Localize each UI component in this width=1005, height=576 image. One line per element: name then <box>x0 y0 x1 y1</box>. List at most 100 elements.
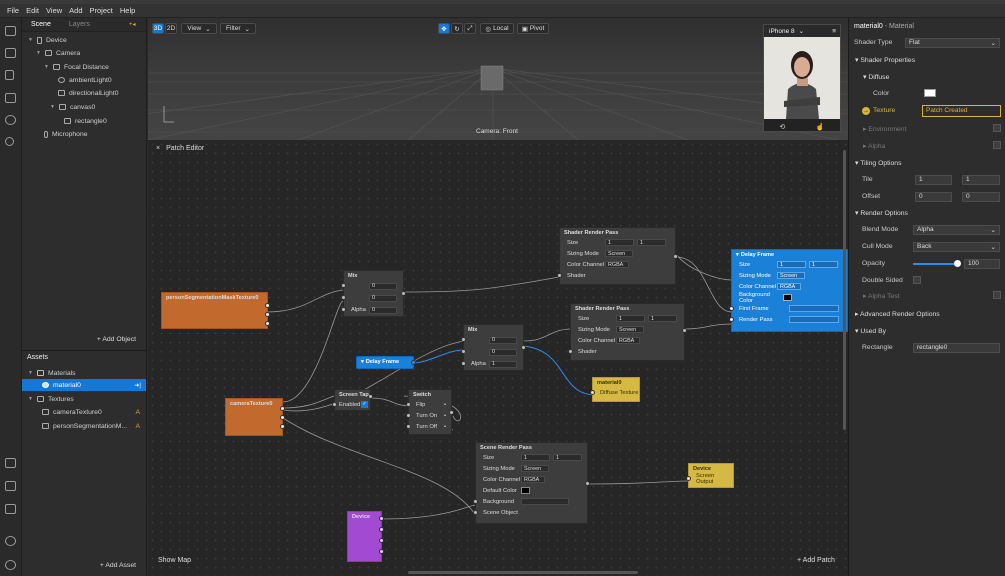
expand-icon[interactable]: ▼ <box>50 104 55 110</box>
output-port[interactable] <box>449 410 454 415</box>
asset-camera-texture[interactable]: cameraTexture0 A <box>42 406 142 418</box>
rotate-tool-icon[interactable]: ↻ <box>451 23 463 34</box>
input-port[interactable] <box>341 307 346 312</box>
asset-textures[interactable]: ▼ Textures <box>28 393 74 405</box>
expand-icon[interactable]: ▼ <box>28 396 33 402</box>
shader-properties-header[interactable]: ▾ Shader Properties <box>855 56 915 64</box>
output-port[interactable] <box>411 360 416 365</box>
output-port[interactable] <box>379 527 384 532</box>
node-mix[interactable]: Mix 0 0 Alpha 0 <box>341 270 406 317</box>
texture-field[interactable]: Patch Created <box>922 104 1001 117</box>
horizontal-scrollbar[interactable] <box>408 571 638 574</box>
mix-a-field[interactable]: 0 <box>489 336 517 344</box>
node-delay-frame[interactable]: ▾ Delay Frame <box>356 356 416 369</box>
environment-checkbox[interactable] <box>993 124 1001 132</box>
alpha-test-header[interactable]: ▸ Alpha Test <box>863 292 900 300</box>
mix-alpha-field[interactable]: 1 <box>489 360 517 368</box>
output-port[interactable] <box>379 549 384 554</box>
opacity-slider-handle[interactable] <box>953 260 961 267</box>
channel-dropdown[interactable]: RGBA <box>777 283 801 290</box>
offset-x-field[interactable]: 0 <box>915 191 952 202</box>
tree-device[interactable]: ▼ Device <box>28 34 67 46</box>
input-port[interactable] <box>686 476 691 481</box>
show-map-button[interactable]: Show Map <box>158 557 191 564</box>
diffuse-header[interactable]: ▾ Diffuse <box>863 73 889 81</box>
size-x-field[interactable]: 1 <box>605 239 634 246</box>
search-icon[interactable] <box>5 137 14 146</box>
sizing-dropdown[interactable]: Screen <box>521 465 549 472</box>
local-button[interactable]: ◎ Local <box>480 23 514 34</box>
square-icon[interactable] <box>5 93 16 103</box>
device-selector[interactable]: iPhone 8 ⌄ ≡ <box>764 25 840 37</box>
size-y-field[interactable]: 1 <box>648 315 677 322</box>
menu-add[interactable]: Add <box>69 6 82 15</box>
size-y-field[interactable]: 1 <box>553 454 582 461</box>
output-port[interactable] <box>280 406 285 411</box>
viewport[interactable]: 3D 2D View ⌄ Filter ⌄ ✥ ↻ ⤢ ◎ Local ▣ Pivot … <box>148 18 848 140</box>
add-object-button[interactable]: + Add Object <box>97 336 136 343</box>
tree-focal-distance[interactable]: ▼ Focal Distance <box>44 61 109 73</box>
tile-y-field[interactable]: 1 <box>962 174 1000 185</box>
input-port[interactable] <box>406 402 411 407</box>
opacity-field[interactable]: 100 <box>964 258 1000 269</box>
mode-2d-button[interactable]: 2D <box>165 23 177 34</box>
asset-materials[interactable]: ▼ Materials <box>28 367 76 379</box>
bg-color-swatch[interactable] <box>783 294 792 301</box>
rectangle-field[interactable]: rectangle0 <box>913 342 1000 353</box>
tab-scene[interactable]: Scene <box>22 21 60 28</box>
tree-camera[interactable]: ▼ Camera <box>36 47 80 59</box>
background-field[interactable] <box>521 498 569 505</box>
refresh-icon[interactable] <box>5 115 16 125</box>
render-pass-field[interactable] <box>789 316 839 323</box>
input-port[interactable] <box>590 390 595 395</box>
bug-icon[interactable] <box>5 536 16 546</box>
add-asset-button[interactable]: + Add Asset <box>100 562 136 569</box>
output-port[interactable] <box>521 345 526 350</box>
mix-b-field[interactable]: 0 <box>489 348 517 356</box>
channel-dropdown[interactable]: RGBA <box>616 337 640 344</box>
shader-type-dropdown[interactable]: Flat ⌄ <box>905 37 1000 48</box>
used-by-header[interactable]: ▾ Used By <box>855 327 886 335</box>
output-port[interactable] <box>265 312 270 317</box>
mix-b-field[interactable]: 0 <box>369 294 397 302</box>
size-x-field[interactable]: 1 <box>521 454 550 461</box>
channel-dropdown[interactable]: RGBA <box>521 476 545 483</box>
input-port[interactable] <box>473 499 478 504</box>
output-port[interactable] <box>379 516 384 521</box>
vertical-scrollbar[interactable] <box>843 150 846 430</box>
cull-mode-dropdown[interactable]: Back ⌄ <box>913 241 1000 252</box>
sizing-dropdown[interactable]: Screen <box>777 272 805 279</box>
color-swatch[interactable] <box>924 89 936 97</box>
menu-file[interactable]: File <box>7 6 19 15</box>
tree-ambient-light[interactable]: ambientLight0 <box>58 74 112 86</box>
input-port[interactable] <box>406 413 411 418</box>
move-tool-icon[interactable]: ✥ <box>438 23 450 34</box>
offset-y-field[interactable]: 0 <box>962 191 1000 202</box>
patch-link-icon[interactable]: → <box>862 106 870 115</box>
opacity-slider[interactable] <box>913 260 961 267</box>
alpha-checkbox[interactable] <box>993 141 1001 149</box>
mix-alpha-field[interactable]: 0 <box>369 306 397 314</box>
tree-rectangle[interactable]: rectangle0 <box>64 115 107 127</box>
view-dropdown[interactable]: View ⌄ <box>181 23 217 34</box>
output-port[interactable] <box>265 303 270 308</box>
tree-directional-light[interactable]: directionalLight0 <box>58 87 119 99</box>
input-port[interactable] <box>341 295 346 300</box>
size-x-field[interactable]: 1 <box>777 261 806 268</box>
output-port[interactable] <box>673 254 678 259</box>
tab-layers[interactable]: Layers <box>60 21 99 28</box>
video-icon[interactable] <box>5 48 16 58</box>
import-icon[interactable] <box>5 458 16 468</box>
input-port[interactable] <box>341 283 346 288</box>
add-patch-button[interactable]: + Add Patch <box>797 557 835 564</box>
environment-header[interactable]: ▸ Environment <box>863 125 906 133</box>
output-port[interactable] <box>265 321 270 326</box>
node-mix-2[interactable]: Mix 0 0 Alpha 1 <box>461 324 526 371</box>
tree-microphone[interactable]: Microphone <box>44 128 88 140</box>
node-device[interactable]: Device <box>347 511 384 562</box>
expand-icon[interactable]: ▼ <box>36 50 41 56</box>
expand-icon[interactable]: ▼ <box>44 64 49 70</box>
node-shader-render-pass[interactable]: Shader Render Pass Size 1 1 Sizing Mode Scr… <box>557 227 678 285</box>
output-port[interactable] <box>585 481 590 486</box>
mode-3d-button[interactable]: 3D <box>152 23 164 34</box>
